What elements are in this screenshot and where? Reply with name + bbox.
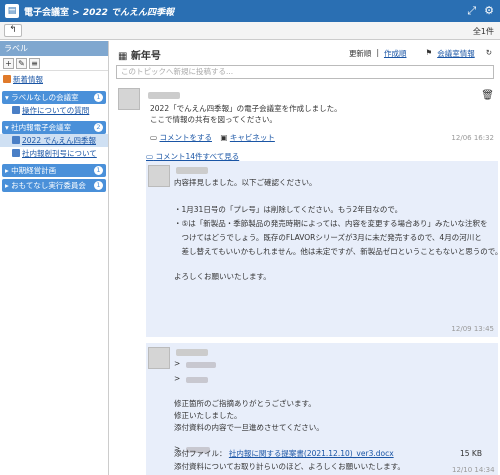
app-icon: ▤ [5, 4, 19, 18]
group-badge: 2 [94, 123, 103, 132]
quote-line: > [174, 374, 181, 383]
sidebar-item-operation-questions[interactable]: 操作についての質問 [0, 104, 108, 117]
all-comments-label: コメント14件すべて見る [155, 152, 240, 161]
expand-icon: ▸ [5, 181, 9, 190]
collapse-icon: ▾ [5, 93, 9, 102]
room-info-icon: ⚑ [425, 48, 433, 57]
sidebar-item-denen-shikiho[interactable]: 2022 でんえん四季報 [0, 134, 108, 147]
window-title: 電子会議室 > 2022 でんえん四季報 [24, 5, 174, 18]
post-line: ここで情報の共有を図ってください。 [150, 115, 277, 124]
sidebar: ラベル + ✎ ≡ 新着情報 ▾ ラベルなしの会議室 1 操作についての質問 ▾… [0, 41, 109, 475]
expand-icon[interactable]: ⤢ [467, 4, 476, 18]
room-name: 2022 でんえん四季報 [82, 7, 175, 18]
new-info-label: 新着情報 [13, 75, 43, 84]
sub-toolbar: ↰ 全1件 [0, 22, 500, 40]
expand-icon: ▸ [5, 166, 9, 175]
room-info-link[interactable]: 会議室情報 [437, 48, 475, 59]
comment-line: 修正箇所のご指摘ありがとうございます。 [174, 399, 316, 408]
comment-line: つけてはどうでしょう。既存のFLAVORシリーズが3月に未だ発売するので、4月の… [174, 233, 482, 242]
sidebar-tools: + ✎ ≡ [0, 56, 108, 71]
new-info-icon [3, 75, 11, 83]
add-icon[interactable]: + [3, 58, 14, 69]
sidebar-group-midterm-plan[interactable]: ▸ 中期経営計画 1 [2, 164, 106, 177]
group-label: ラベルなしの会議室 [11, 93, 79, 102]
sidebar-item-new-info[interactable]: 新着情報 [0, 73, 108, 86]
group-badge: 1 [94, 93, 103, 102]
room-icon [12, 149, 20, 157]
sidebar-group-omotenashi[interactable]: ▸ おもてなし実行委員会 1 [2, 179, 106, 192]
sort-updated[interactable]: 更新順 [349, 48, 372, 59]
avatar [118, 88, 140, 110]
comment-icon: ▭ [150, 133, 158, 142]
comment-line: よろしくお願いいたします。 [174, 272, 271, 281]
room-icon [12, 106, 20, 114]
cabinet-action[interactable]: キャビネット [230, 133, 275, 142]
room-label: 2022 でんえん四季報 [22, 136, 96, 145]
edit-icon[interactable]: ✎ [16, 58, 27, 69]
comment-timestamp: 12/09 13:45 [451, 325, 494, 333]
comment-action[interactable]: コメントをする [159, 133, 212, 142]
attachment-link[interactable]: 社内報に関する提案書(2021.12.10)_ver3.docx [229, 449, 394, 458]
collapse-icon: ▾ [5, 123, 9, 132]
sort-created[interactable]: 作成順 [384, 48, 407, 59]
item-count: 全1件 [472, 27, 494, 36]
topic-title: ▦ 新年号 [118, 47, 161, 62]
sidebar-header: ラベル [0, 41, 108, 56]
comment-line: ・⑤は「新製品・季節製品の発売時期によっては、内容を変更する場合あり」みたいな注… [174, 219, 488, 228]
title-separator: > [69, 7, 83, 18]
topic-header: ▦ 新年号 更新順 | 作成順 ⚑ 会議室情報 ↻ [110, 41, 500, 65]
group-badge: 1 [94, 181, 103, 190]
comment-line: 添付資料についてお取り計らいのほど、よろしくお願いいたします。 [174, 462, 405, 471]
post-actions: ▭ コメントをする ▣ キャビネット [150, 132, 275, 143]
author-name [148, 92, 180, 99]
comment-line: 修正いたしました。 [174, 411, 242, 420]
topic-icon: ▦ [118, 51, 128, 62]
author-name [176, 349, 208, 356]
room-label: 社内報創刊号について [22, 149, 97, 158]
comment-line: 内容拝見しました。以下ご確認ください。 [174, 178, 317, 187]
redacted-text [186, 362, 216, 368]
refresh-icon[interactable]: ↻ [486, 48, 492, 59]
comment-timestamp: 12/10 14:34 [452, 466, 495, 474]
comment-line: 差し替えてもいいかもしれません。他は未定ですが、新製品ゼロということもないと思う… [174, 247, 500, 256]
filter-icon[interactable]: ≡ [29, 58, 40, 69]
group-badge: 1 [94, 166, 103, 175]
quote-line: > [174, 359, 181, 368]
room-label: 操作についての質問 [22, 106, 90, 115]
title-bar: ▤ 電子会議室 > 2022 でんえん四季報 ⤢ ⚙ [0, 0, 500, 22]
sidebar-group-unlabeled[interactable]: ▾ ラベルなしの会議室 1 [2, 91, 106, 104]
post-input[interactable]: このトピックへ新規に投稿する... [116, 65, 494, 79]
avatar [148, 347, 170, 369]
avatar [148, 165, 170, 187]
post-line: 2022「でんえん四季報」の電子会議室を作成しました。 [150, 104, 342, 113]
trash-icon[interactable]: 🗑 [481, 90, 494, 101]
attachment-row: 添付ファイル： 社内報に関する提案書(2021.12.10)_ver3.docx… [174, 448, 486, 460]
sort-separator: | [376, 48, 379, 57]
group-label: おもてなし実行委員会 [11, 181, 86, 190]
comment: 内容拝見しました。以下ご確認ください。 ・1月31日号の「プレ号」は削除してくだ… [146, 161, 500, 337]
redacted-text [186, 377, 208, 383]
comment-line: 添付資料の内容で一旦進めさせてください。 [174, 423, 324, 432]
sidebar-group-company-newsletter[interactable]: ▾ 社内報電子会議室 2 [2, 121, 106, 134]
room-icon [12, 136, 20, 144]
back-button[interactable]: ↰ [4, 24, 22, 37]
author-name [176, 167, 208, 174]
gear-icon[interactable]: ⚙ [484, 4, 494, 18]
main-panel: ▦ 新年号 更新順 | 作成順 ⚑ 会議室情報 ↻ このトピックへ新規に投稿する… [110, 41, 500, 475]
attachment-label: 添付ファイル： [174, 449, 227, 458]
group-label: 社内報電子会議室 [11, 123, 72, 132]
group-label: 中期経営計画 [11, 166, 57, 175]
sidebar-item-first-issue[interactable]: 社内報創刊号について [0, 147, 108, 160]
topic-title-text: 新年号 [130, 51, 161, 62]
post-timestamp: 12/06 16:32 [451, 134, 494, 142]
cabinet-icon: ▣ [220, 133, 228, 142]
comment-icon: ▭ [146, 152, 154, 161]
attachment-size: 15 KB [460, 449, 482, 458]
app-name: 電子会議室 [24, 7, 70, 18]
comment-line: ・1月31日号の「プレ号」は削除してください。もう2年目なので。 [174, 205, 403, 214]
